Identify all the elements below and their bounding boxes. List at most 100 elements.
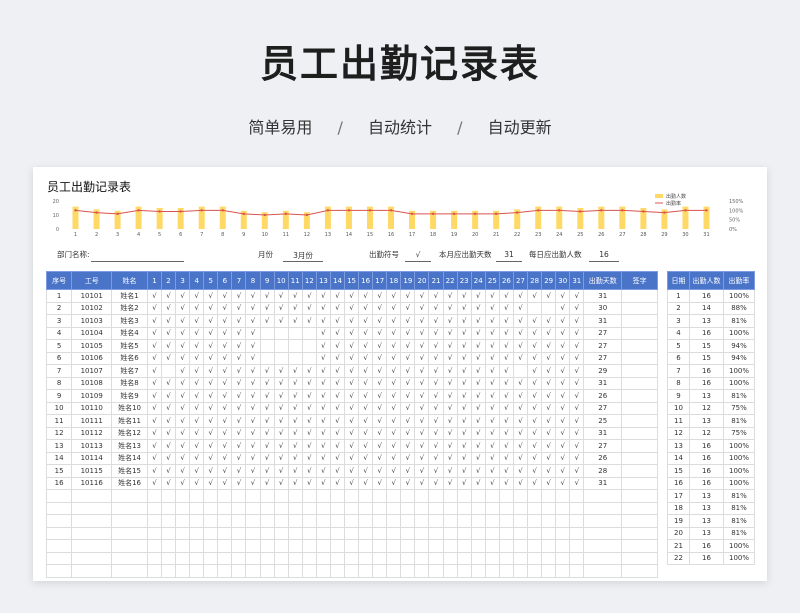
cell-attendance-mark[interactable] — [259, 351, 275, 365]
cell-attendance-mark[interactable]: √ — [231, 464, 247, 478]
cell-attendance-mark[interactable]: √ — [512, 376, 529, 390]
cell-empty[interactable] — [344, 539, 360, 553]
cell-attendance-mark[interactable]: √ — [217, 301, 233, 315]
cell-attendance-mark[interactable]: √ — [203, 339, 219, 353]
cell-attendance-mark[interactable]: √ — [315, 289, 331, 303]
cell-attendance-mark[interactable]: √ — [301, 464, 317, 478]
cell-empty[interactable] — [111, 526, 148, 540]
cell-attendance-mark[interactable]: √ — [484, 351, 500, 365]
cell-empty[interactable] — [512, 564, 529, 578]
cell-attendance-mark[interactable]: √ — [189, 301, 205, 315]
cell-empty[interactable] — [621, 526, 658, 540]
cell-empty[interactable] — [259, 539, 275, 553]
cell-attendance-mark[interactable]: √ — [569, 439, 585, 453]
cell-attendance-mark[interactable]: √ — [203, 376, 219, 390]
cell-empty[interactable] — [273, 501, 289, 515]
cell-attendance-mark[interactable]: √ — [498, 401, 514, 415]
cell-attendance-mark[interactable]: √ — [400, 401, 416, 415]
cell-attendance-mark[interactable]: √ — [344, 351, 360, 365]
cell-attendance-mark[interactable]: √ — [428, 401, 444, 415]
cell-attendance-mark[interactable]: √ — [259, 439, 275, 453]
cell-attendance-mark[interactable]: √ — [203, 464, 219, 478]
cell-attendance-mark[interactable]: √ — [442, 351, 458, 365]
cell-attendance-mark[interactable]: √ — [146, 314, 163, 328]
cell-attendance-mark[interactable]: √ — [442, 476, 458, 490]
cell-attendance-mark[interactable]: √ — [203, 389, 219, 403]
cell-attendance-mark[interactable]: √ — [301, 376, 317, 390]
cell-empty[interactable] — [146, 489, 163, 503]
cell-attendance-mark[interactable]: √ — [400, 376, 416, 390]
cell-empty[interactable] — [111, 514, 148, 528]
cell-attendance-mark[interactable]: √ — [358, 364, 374, 378]
cell-attendance-mark[interactable]: √ — [259, 476, 275, 490]
cell-attendance-mark[interactable]: √ — [484, 376, 500, 390]
cell-attendance-mark[interactable]: √ — [512, 326, 529, 340]
cell-empty[interactable] — [315, 564, 331, 578]
cell-empty[interactable] — [400, 526, 416, 540]
cell-empty[interactable] — [484, 489, 500, 503]
cell-attendance-mark[interactable]: √ — [245, 351, 261, 365]
cell-empty[interactable] — [498, 551, 514, 565]
cell-attendance-mark[interactable] — [541, 301, 557, 315]
cell-attendance-mark[interactable]: √ — [203, 414, 219, 428]
cell-attendance-mark[interactable]: √ — [301, 414, 317, 428]
cell-attendance-mark[interactable]: √ — [160, 439, 177, 453]
cell-attendance-mark[interactable]: √ — [555, 389, 571, 403]
cell-attendance-mark[interactable]: √ — [315, 464, 331, 478]
cell-empty[interactable] — [287, 514, 303, 528]
cell-attendance-mark[interactable]: √ — [372, 476, 388, 490]
cell-empty[interactable] — [273, 551, 289, 565]
cell-attendance-mark[interactable]: √ — [442, 314, 458, 328]
cell-attendance-mark[interactable] — [527, 301, 543, 315]
cell-attendance-mark[interactable]: √ — [344, 451, 360, 465]
cell-empty[interactable] — [428, 489, 444, 503]
cell-attendance-mark[interactable]: √ — [273, 439, 289, 453]
cell-attendance-mark[interactable]: √ — [484, 451, 500, 465]
cell-empty[interactable] — [344, 564, 360, 578]
cell-empty[interactable] — [273, 526, 289, 540]
cell-attendance-mark[interactable]: √ — [555, 314, 571, 328]
cell-attendance-mark[interactable]: √ — [175, 464, 191, 478]
cell-empty[interactable] — [301, 514, 317, 528]
cell-attendance-mark[interactable]: √ — [358, 301, 374, 315]
cell-empty[interactable] — [259, 551, 275, 565]
cell-attendance-mark[interactable]: √ — [189, 464, 205, 478]
cell-attendance-mark[interactable]: √ — [175, 414, 191, 428]
cell-attendance-mark[interactable]: √ — [569, 414, 585, 428]
cell-attendance-mark[interactable]: √ — [555, 376, 571, 390]
cell-attendance-mark[interactable]: √ — [217, 376, 233, 390]
cell-attendance-mark[interactable]: √ — [273, 476, 289, 490]
cell-empty[interactable] — [470, 564, 486, 578]
cell-empty[interactable] — [71, 539, 113, 553]
cell-attendance-mark[interactable]: √ — [414, 364, 430, 378]
cell-attendance-mark[interactable]: √ — [231, 414, 247, 428]
cell-empty[interactable] — [189, 564, 205, 578]
cell-attendance-mark[interactable]: √ — [484, 414, 500, 428]
cell-attendance-mark[interactable]: √ — [344, 389, 360, 403]
cell-attendance-mark[interactable]: √ — [245, 414, 261, 428]
cell-attendance-mark[interactable]: √ — [470, 414, 486, 428]
cell-sign[interactable] — [621, 426, 658, 440]
cell-attendance-mark[interactable]: √ — [329, 401, 346, 415]
cell-attendance-mark[interactable]: √ — [456, 339, 472, 353]
cell-empty[interactable] — [400, 501, 416, 515]
cell-attendance-mark[interactable]: √ — [527, 476, 543, 490]
cell-attendance-mark[interactable]: √ — [329, 376, 346, 390]
cell-empty[interactable] — [527, 501, 543, 515]
cell-attendance-mark[interactable]: √ — [146, 364, 163, 378]
cell-empty[interactable] — [245, 514, 261, 528]
cell-attendance-mark[interactable]: √ — [470, 451, 486, 465]
cell-attendance-mark[interactable]: √ — [470, 364, 486, 378]
cell-attendance-mark[interactable]: √ — [569, 451, 585, 465]
cell-attendance-mark[interactable]: √ — [329, 351, 346, 365]
cell-empty[interactable] — [111, 551, 148, 565]
cell-attendance-mark[interactable]: √ — [456, 389, 472, 403]
cell-empty[interactable] — [621, 564, 658, 578]
cell-attendance-mark[interactable]: √ — [498, 314, 514, 328]
cell-attendance-mark[interactable]: √ — [386, 289, 402, 303]
cell-attendance-mark[interactable]: √ — [160, 426, 177, 440]
days-value[interactable]: 31 — [496, 250, 522, 259]
cell-attendance-mark[interactable]: √ — [189, 401, 205, 415]
cell-attendance-mark[interactable]: √ — [512, 289, 529, 303]
cell-attendance-mark[interactable]: √ — [400, 364, 416, 378]
